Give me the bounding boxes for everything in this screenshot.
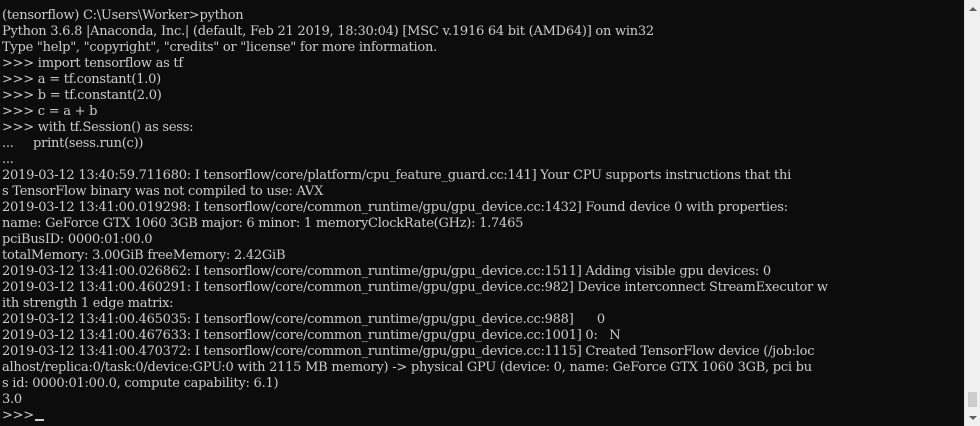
scroll-up-arrow-icon	[968, 6, 977, 11]
console-line: alhost/replica:0/task:0/device:GPU:0 wit…	[2, 360, 812, 375]
console-line: 2019-03-12 13:41:00.460291: I tensorflow…	[2, 280, 828, 295]
console-line: pciBusID: 0000:01:00.0	[2, 232, 153, 247]
console-line: 2019-03-12 13:41:00.019298: I tensorflow…	[2, 200, 788, 215]
console-line: >>> a = tf.constant(1.0)	[2, 72, 161, 87]
console-line: ...	[2, 152, 14, 167]
console-output: (tensorflow) C:\Users\Worker>python Pyth…	[2, 8, 828, 424]
console-line: Type "help", "copyright", "credits" or "…	[2, 40, 438, 55]
scroll-down-arrow-icon	[968, 415, 977, 420]
console-line: totalMemory: 3.00GiB freeMemory: 2.42GiB	[2, 248, 286, 263]
prompt: >>>	[2, 408, 34, 423]
console-line: 2019-03-12 13:41:00.026862: I tensorflow…	[2, 264, 771, 279]
console-line: 2019-03-12 13:41:00.465035: I tensorflow…	[2, 312, 605, 327]
scrollbar-thumb[interactable]	[968, 392, 977, 407]
console-line: 2019-03-12 13:41:00.467633: I tensorflow…	[2, 328, 621, 343]
console-line: >>> import tensorflow as tf	[2, 56, 183, 71]
prompt-line[interactable]: >>>	[2, 408, 828, 424]
console-line: >>> b = tf.constant(2.0)	[2, 88, 162, 103]
console-line: s id: 0000:01:00.0, compute capability: …	[2, 376, 279, 391]
scroll-down-button[interactable]	[965, 409, 980, 426]
console-line: >>> c = a + b	[2, 104, 98, 119]
scroll-up-button[interactable]	[965, 0, 980, 17]
console-line: ... print(sess.run(c))	[2, 136, 144, 151]
text-cursor	[34, 419, 44, 421]
console-line: ith strength 1 edge matrix:	[2, 296, 174, 311]
console-line: 3.0	[2, 392, 22, 407]
console-window[interactable]: (tensorflow) C:\Users\Worker>python Pyth…	[0, 0, 964, 426]
console-line: >>> with tf.Session() as sess:	[2, 120, 194, 135]
console-line: Python 3.6.8 |Anaconda, Inc.| (default, …	[2, 24, 654, 39]
vertical-scrollbar[interactable]	[964, 0, 980, 426]
console-line: s TensorFlow binary was not compiled to …	[2, 184, 324, 199]
console-line: (tensorflow) C:\Users\Worker>python	[2, 8, 244, 23]
console-line: name: GeForce GTX 1060 3GB major: 6 mino…	[2, 216, 524, 231]
console-line: 2019-03-12 13:41:00.470372: I tensorflow…	[2, 344, 815, 359]
console-line: 2019-03-12 13:40:59.711680: I tensorflow…	[2, 168, 791, 183]
